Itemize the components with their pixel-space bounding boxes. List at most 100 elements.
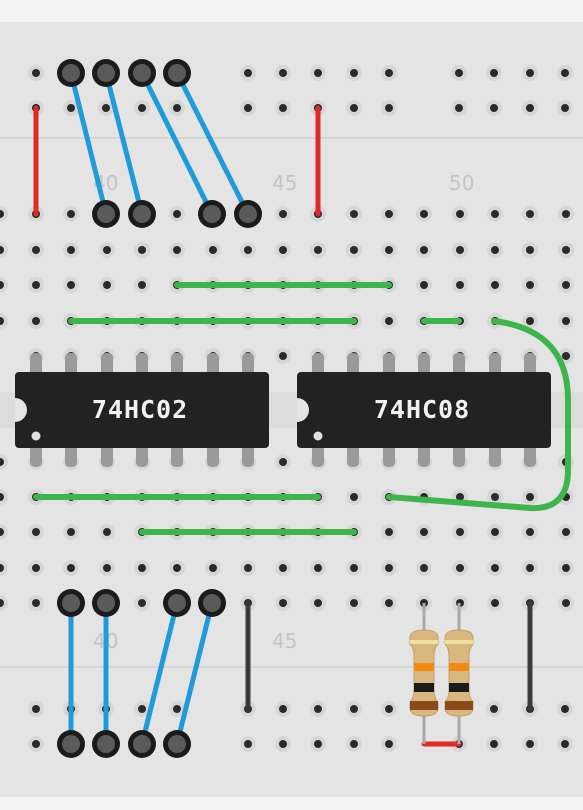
hole[interactable] [63,524,79,540]
wire-endpoint[interactable] [198,589,226,617]
hole[interactable] [99,277,115,293]
hole[interactable] [346,736,362,752]
hole[interactable] [557,701,573,717]
hole[interactable] [240,242,256,258]
hole[interactable] [381,313,397,329]
hole[interactable] [240,736,256,752]
hole[interactable] [451,100,467,116]
hole[interactable] [310,701,326,717]
hole[interactable] [486,65,502,81]
hole[interactable] [275,348,291,364]
hole[interactable] [28,524,44,540]
hole[interactable] [346,206,362,222]
hole[interactable] [486,736,502,752]
wire-endpoint[interactable] [163,59,191,87]
hole[interactable] [275,736,291,752]
hole[interactable] [63,277,79,293]
hole[interactable] [28,560,44,576]
hole[interactable] [275,701,291,717]
hole[interactable] [240,100,256,116]
hole[interactable] [275,242,291,258]
hole[interactable] [310,242,326,258]
hole[interactable] [381,595,397,611]
hole[interactable] [134,560,150,576]
hole[interactable] [310,560,326,576]
hole[interactable] [169,206,185,222]
hole[interactable] [169,560,185,576]
hole[interactable] [205,242,221,258]
hole[interactable] [522,100,538,116]
hole[interactable] [205,560,221,576]
hole[interactable] [99,524,115,540]
hole[interactable] [558,242,574,258]
hole[interactable] [452,524,468,540]
hole[interactable] [522,560,538,576]
hole[interactable] [558,560,574,576]
wire-endpoint[interactable] [92,59,120,87]
hole[interactable] [28,313,44,329]
hole[interactable] [28,701,44,717]
hole[interactable] [416,560,432,576]
hole[interactable] [416,206,432,222]
wire-endpoint[interactable] [128,200,156,228]
hole[interactable] [558,313,574,329]
hole[interactable] [487,277,503,293]
hole[interactable] [310,736,326,752]
hole[interactable] [169,242,185,258]
hole[interactable] [381,100,397,116]
hole[interactable] [486,701,502,717]
hole[interactable] [522,489,538,505]
wire-endpoint[interactable] [57,59,85,87]
wire-endpoint[interactable] [92,730,120,758]
hole[interactable] [487,242,503,258]
hole[interactable] [28,736,44,752]
hole[interactable] [557,100,573,116]
hole[interactable] [63,560,79,576]
hole[interactable] [522,206,538,222]
hole[interactable] [28,595,44,611]
hole[interactable] [522,65,538,81]
hole[interactable] [28,242,44,258]
hole[interactable] [558,277,574,293]
hole[interactable] [381,65,397,81]
hole[interactable] [346,701,362,717]
hole[interactable] [99,242,115,258]
hole[interactable] [63,206,79,222]
wire-endpoint[interactable] [163,730,191,758]
hole[interactable] [134,595,150,611]
wire-endpoint[interactable] [92,200,120,228]
hole[interactable] [452,560,468,576]
chip-74hc02[interactable]: 74HC02 [15,372,269,448]
hole[interactable] [63,242,79,258]
hole[interactable] [346,595,362,611]
hole[interactable] [346,242,362,258]
hole[interactable] [381,736,397,752]
hole[interactable] [416,277,432,293]
hole[interactable] [381,701,397,717]
hole[interactable] [275,206,291,222]
hole[interactable] [487,595,503,611]
hole[interactable] [558,595,574,611]
hole[interactable] [522,277,538,293]
hole[interactable] [275,595,291,611]
hole[interactable] [381,560,397,576]
hole[interactable] [346,560,362,576]
hole[interactable] [522,736,538,752]
hole[interactable] [522,242,538,258]
wire-endpoint[interactable] [92,589,120,617]
hole[interactable] [451,65,467,81]
hole[interactable] [487,206,503,222]
hole[interactable] [28,277,44,293]
hole[interactable] [346,65,362,81]
hole[interactable] [99,560,115,576]
hole[interactable] [452,206,468,222]
hole[interactable] [452,242,468,258]
hole[interactable] [558,524,574,540]
hole[interactable] [486,100,502,116]
hole[interactable] [346,489,362,505]
hole[interactable] [169,100,185,116]
hole[interactable] [557,736,573,752]
wire-endpoint[interactable] [234,200,262,228]
hole[interactable] [381,206,397,222]
hole[interactable] [487,524,503,540]
